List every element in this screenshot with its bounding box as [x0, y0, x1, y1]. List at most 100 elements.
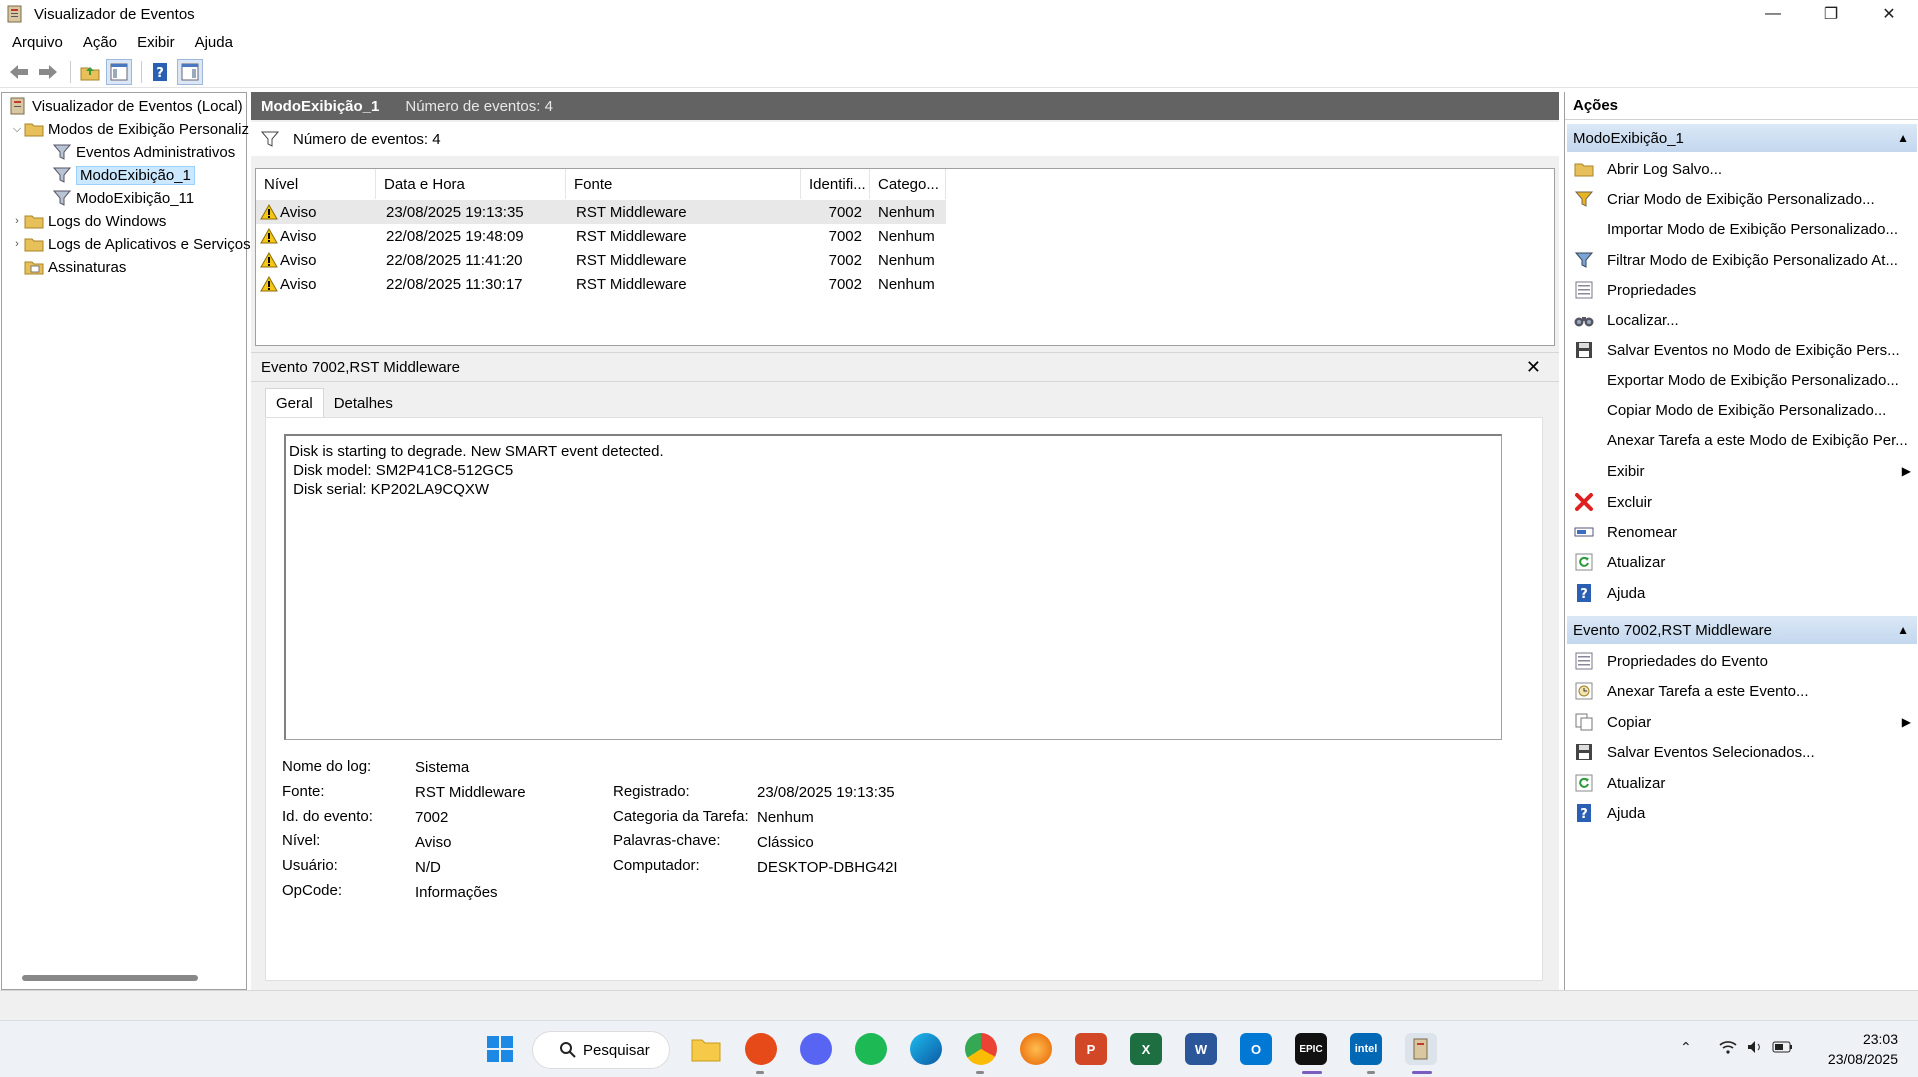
table-row[interactable]: Aviso 22/08/2025 11:30:17 RST Middleware… [256, 272, 946, 296]
view-header: ModoExibição_1 Número de eventos: 4 [251, 92, 1559, 120]
col-header-category[interactable]: Catego... [870, 169, 946, 199]
tree-item-windows-logs[interactable]: › Logs do Windows [10, 210, 166, 232]
tree-item-root[interactable]: Visualizador de Eventos (Local) [8, 95, 243, 117]
spotify-icon[interactable] [855, 1033, 887, 1065]
action-save-events[interactable]: Salvar Eventos no Modo de Exibição Pers.… [1573, 335, 1913, 365]
action-event-properties[interactable]: Propriedades do Evento [1573, 646, 1913, 676]
start-windows-icon[interactable] [484, 1033, 516, 1065]
action-export-custom-view[interactable]: Exportar Modo de Exibição Personalizado.… [1573, 365, 1913, 395]
action-create-custom-view[interactable]: Criar Modo de Exibição Personalizado... [1573, 184, 1913, 214]
tree-item-custom-views[interactable]: ⌵ Modos de Exibição Personaliz [10, 118, 249, 140]
event-viewer-taskbar-icon[interactable] [1405, 1033, 1437, 1065]
event-count: Número de eventos: 4 [405, 97, 553, 115]
forward-button[interactable] [35, 59, 61, 85]
event-message[interactable]: Disk is starting to degrade. New SMART e… [284, 434, 1502, 740]
taskbar-clock[interactable]: 23:03 23/08/2025 [1828, 1029, 1898, 1069]
intel-icon[interactable]: intel [1350, 1033, 1382, 1065]
action-delete[interactable]: Excluir [1573, 487, 1913, 517]
col-header-id[interactable]: Identifi... [801, 169, 870, 199]
action-filter-custom-view[interactable]: Filtrar Modo de Exibição Personalizado A… [1573, 245, 1913, 275]
action-refresh-event[interactable]: Atualizar [1573, 768, 1913, 798]
close-detail-icon[interactable]: ✕ [1526, 357, 1541, 378]
actions-pane: Ações ModoExibição_1 ▲ Abrir Log Salvo..… [1564, 92, 1918, 990]
word-icon[interactable]: W [1185, 1033, 1217, 1065]
menu-acao[interactable]: Ação [83, 34, 117, 51]
title-bar: Visualizador de Eventos — ❐ ✕ [0, 0, 1918, 28]
folder-icon [24, 212, 44, 230]
show-action-pane-button[interactable] [177, 58, 203, 85]
firefox-icon[interactable] [1020, 1033, 1052, 1065]
tree-item-view11[interactable]: ModoExibição_11 [52, 187, 194, 209]
file-explorer-icon[interactable] [690, 1033, 722, 1065]
edge-icon[interactable] [910, 1033, 942, 1065]
warning-icon [260, 276, 278, 292]
menu-arquivo[interactable]: Arquivo [12, 34, 63, 51]
tab-geral[interactable]: Geral [265, 388, 324, 418]
horizontal-scrollbar[interactable] [22, 975, 198, 981]
action-import-custom-view[interactable]: Importar Modo de Exibição Personalizado.… [1573, 214, 1913, 244]
event-detail-body: Disk is starting to degrade. New SMART e… [265, 417, 1543, 981]
action-attach-task-view[interactable]: Anexar Tarefa a este Modo de Exibição Pe… [1573, 425, 1913, 455]
show-tree-button[interactable] [106, 58, 132, 85]
filter-icon [1573, 249, 1595, 271]
discord-icon[interactable] [800, 1033, 832, 1065]
action-properties[interactable]: Propriedades [1573, 275, 1913, 305]
menu-ajuda[interactable]: Ajuda [195, 34, 233, 51]
excel-icon[interactable]: X [1130, 1033, 1162, 1065]
action-find[interactable]: Localizar... [1573, 305, 1913, 335]
value-opcode: Informações [415, 884, 498, 901]
collapse-caret-icon[interactable]: ▲ [1897, 131, 1909, 145]
tab-detalhes[interactable]: Detalhes [324, 388, 403, 418]
svg-text:?: ? [1580, 807, 1588, 822]
battery-icon[interactable] [1772, 1039, 1794, 1058]
col-header-level[interactable]: Nível [256, 169, 376, 199]
chevron-right-icon[interactable]: › [10, 215, 24, 227]
svg-text:?: ? [156, 66, 164, 81]
tree-item-subscriptions[interactable]: Assinaturas [24, 256, 126, 278]
minimize-button[interactable]: — [1744, 0, 1802, 28]
action-help[interactable]: ? Ajuda [1573, 578, 1913, 608]
actions-title: Ações [1565, 92, 1918, 120]
volume-icon[interactable] [1746, 1039, 1764, 1058]
chevron-up-icon[interactable]: ⌃ [1680, 1039, 1692, 1056]
actions-section-view[interactable]: ModoExibição_1 ▲ [1567, 124, 1917, 152]
action-attach-task-event[interactable]: Anexar Tarefa a este Evento... [1573, 676, 1913, 706]
ccleaner-icon[interactable] [745, 1033, 777, 1065]
action-copy-custom-view[interactable]: Copiar Modo de Exibição Personalizado... [1573, 395, 1913, 425]
taskbar-search[interactable]: Pesquisar [532, 1031, 670, 1069]
label-opcode: OpCode: [282, 882, 343, 899]
table-row[interactable]: Aviso 22/08/2025 11:41:20 RST Middleware… [256, 248, 946, 272]
actions-section-event[interactable]: Evento 7002,RST Middleware ▲ [1567, 616, 1917, 644]
powerpoint-icon[interactable]: P [1075, 1033, 1107, 1065]
table-row[interactable]: Aviso 23/08/2025 19:13:35 RST Middleware… [256, 200, 946, 224]
col-header-datetime[interactable]: Data e Hora [376, 169, 566, 199]
collapse-caret-icon[interactable]: ▲ [1897, 623, 1909, 637]
svg-text:?: ? [1580, 587, 1588, 602]
action-rename[interactable]: Renomear [1573, 517, 1913, 547]
col-header-source[interactable]: Fonte [566, 169, 801, 199]
epic-games-icon[interactable]: EPIC [1295, 1033, 1327, 1065]
action-view-submenu[interactable]: Exibir ▶ [1573, 456, 1913, 486]
chrome-icon[interactable] [965, 1033, 997, 1065]
table-row[interactable]: Aviso 22/08/2025 19:48:09 RST Middleware… [256, 224, 946, 248]
chevron-down-icon[interactable]: ⌵ [10, 123, 24, 136]
wifi-icon[interactable] [1718, 1039, 1738, 1058]
chevron-right-icon[interactable]: › [10, 238, 24, 250]
action-copy[interactable]: Copiar ▶ [1573, 707, 1913, 737]
action-help-event[interactable]: ? Ajuda [1573, 798, 1913, 828]
action-save-selected-events[interactable]: Salvar Eventos Selecionados... [1573, 737, 1913, 767]
tree-item-admin-events[interactable]: Eventos Administrativos [52, 141, 235, 163]
clock-time: 23:03 [1862, 1031, 1898, 1047]
save-icon [1573, 339, 1595, 361]
tree-item-view1[interactable]: ModoExibição_1 [52, 164, 195, 186]
close-button[interactable]: ✕ [1860, 0, 1918, 28]
menu-exibir[interactable]: Exibir [137, 34, 175, 51]
help-button[interactable]: ? [148, 59, 174, 85]
restore-button[interactable]: ❐ [1802, 0, 1860, 28]
open-folder-button[interactable] [77, 59, 103, 85]
back-button[interactable] [6, 59, 32, 85]
action-open-saved-log[interactable]: Abrir Log Salvo... [1573, 154, 1913, 184]
action-refresh[interactable]: Atualizar [1573, 547, 1913, 577]
tree-item-app-logs[interactable]: › Logs de Aplicativos e Serviços [10, 233, 250, 255]
outlook-icon[interactable]: O [1240, 1033, 1272, 1065]
